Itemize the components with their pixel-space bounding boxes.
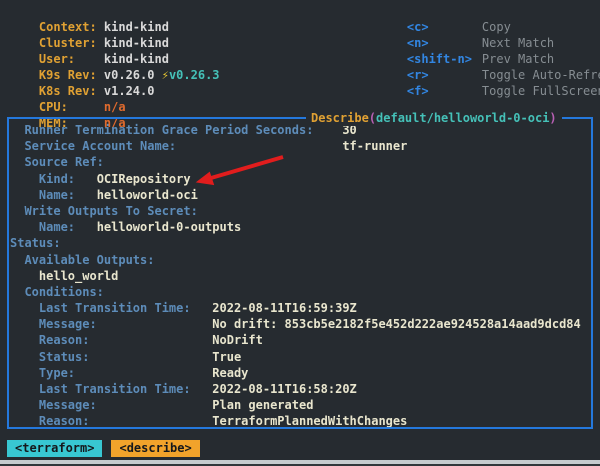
cluster-label: Cluster: [39,35,104,51]
describe-line: Type: Ready [10,365,591,381]
shortcut-desc: Toggle FullScreen [482,84,600,98]
describe-line: Write Outputs To Secret: [10,203,591,219]
describe-line: Message: Plan generated [10,397,591,413]
shortcut-key: <f> [407,83,482,99]
describe-line: Reason: TerraformPlannedWithChanges [10,413,591,429]
k8s-rev-value: v1.24.0 [104,84,155,98]
crumb-bar: <terraform> <describe> [7,440,209,457]
describe-key: Write Outputs To Secret: [24,204,197,218]
describe-line: Available Outputs: [10,252,591,268]
shortcut-key: <r> [407,67,482,83]
describe-key: Name: [39,220,75,234]
shortcut-key: <shift-n> [407,51,482,67]
describe-value: Ready [212,365,248,381]
describe-line: hello_world [10,268,591,284]
describe-value: No drift: 853cb5e2182f5e452d222ae924528a… [212,316,580,332]
shortcut-menu: <c>Copy <n>Next Match <shift-n>Prev Matc… [378,3,600,83]
context-label: Context: [39,19,104,35]
describe-line: Status: [10,235,591,251]
context-value: kind-kind [104,20,169,34]
cluster-value: kind-kind [104,36,169,50]
crumb-terraform[interactable]: <terraform> [7,440,102,457]
title-paren-open: ( [369,111,376,125]
k9s-rev-value: v0.26.0 [104,68,155,82]
describe-line: Last Transition Time: 2022-08-11T16:59:39… [10,300,591,316]
title-command: Describe [311,111,369,125]
describe-value: 2022-08-11T16:58:20Z [212,381,357,397]
describe-key: Reason: [39,414,90,428]
describe-line: Service Account Name: tf-runner [10,138,591,154]
describe-key: Message: [39,317,97,331]
describe-line-kind: Kind: OCIRepository [10,171,591,187]
describe-value: helloworld-0-outputs [97,219,242,235]
describe-line: Message: No drift: 853cb5e2182f5e452d222a… [10,316,591,332]
describe-key: Reason: [39,333,90,347]
describe-key: Source Ref: [24,155,103,169]
crumb-describe[interactable]: <describe> [111,440,199,457]
describe-key: Type: [39,366,75,380]
describe-line: Source Ref: [10,154,591,170]
describe-key: Name: [39,188,75,202]
describe-line: Name: helloworld-oci [10,187,591,203]
describe-value: tf-runner [342,138,407,154]
describe-key: Kind: [39,172,75,186]
describe-key: Runner Termination Grace Period Seconds: [24,123,313,137]
kind-value: OCIRepository [97,171,191,187]
describe-content: Runner Termination Grace Period Seconds:… [9,119,591,429]
describe-key: Last Transition Time: [39,301,191,315]
describe-value: NoDrift [212,332,263,348]
describe-key: Last Transition Time: [39,382,191,396]
shortcut-key: <n> [407,35,482,51]
describe-line: Status: True [10,349,591,365]
upgrade-bolt-icon: ⚡ [162,68,169,82]
shortcut-desc: Toggle Auto-Refresh [482,68,600,82]
cpu-label: CPU: [39,99,104,115]
describe-key: Status: [39,350,90,364]
upgrade-version: v0.26.3 [169,68,220,82]
describe-value: True [212,349,241,365]
user-value: kind-kind [104,52,169,66]
describe-line: Reason: NoDrift [10,332,591,348]
describe-value: hello_world [39,268,118,284]
shortcut-row-copy[interactable]: <c>Copy [378,3,600,19]
describe-key: Conditions: [24,285,103,299]
describe-value: Plan generated [212,397,313,413]
describe-key: Status: [10,236,61,250]
title-paren-close: ) [549,111,556,125]
shortcut-key: <c> [407,19,482,35]
describe-key: Available Outputs: [24,253,154,267]
describe-panel-title: Describe(default/helloworld-0-oci) [306,110,562,126]
k9s-rev-label: K9s Rev: [39,67,104,83]
describe-value: 2022-08-11T16:59:39Z [212,300,357,316]
cpu-value: n/a [104,100,126,114]
describe-value: TerraformPlannedWithChanges [212,413,407,429]
title-resource-name: default/helloworld-0-oci [376,111,549,125]
describe-key: Message: [39,398,97,412]
describe-line: Name: helloworld-0-outputs [10,219,591,235]
describe-value: helloworld-oci [97,187,198,203]
describe-line: Last Transition Time: 2022-08-11T16:58:20… [10,381,591,397]
shortcut-desc: Copy [482,20,511,34]
shortcut-desc: Prev Match [482,52,554,66]
describe-line: Conditions: [10,284,591,300]
shortcut-desc: Next Match [482,36,554,50]
cluster-info: Context:kind-kind Cluster:kind-kind User… [10,3,220,115]
k8s-rev-label: K8s Rev: [39,83,104,99]
user-label: User: [39,51,104,67]
describe-panel[interactable]: Runner Termination Grace Period Seconds:… [7,117,593,429]
cluster-info-row: Context:kind-kind [10,3,220,19]
describe-key: Service Account Name: [24,139,176,153]
